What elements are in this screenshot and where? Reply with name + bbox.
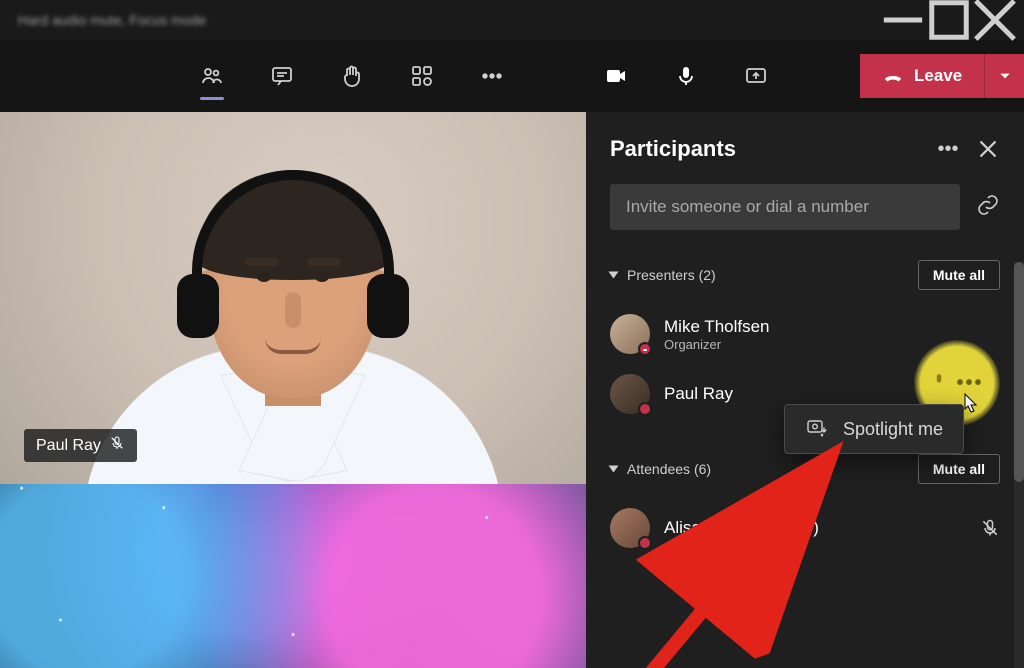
call-toolbar: Leave <box>0 40 1024 112</box>
chevron-down-icon <box>998 69 1012 83</box>
participant-name: Paul Ray <box>664 384 733 404</box>
meeting-content: Paul Ray Participants ••• <box>0 112 1024 668</box>
panel-close-button[interactable] <box>976 137 1000 161</box>
window-maximize-button[interactable] <box>926 0 972 40</box>
invite-input[interactable] <box>610 184 960 230</box>
chevron-down-icon <box>609 466 619 473</box>
leave-options-button[interactable] <box>984 54 1024 98</box>
window-minimize-button[interactable] <box>880 0 926 40</box>
presenters-label: Presenters (2) <box>627 267 716 283</box>
window-titlebar: Hard audio mute, Focus mode <box>0 0 1024 40</box>
breakout-rooms-button[interactable] <box>410 62 434 90</box>
participant-role: Organizer <box>664 337 770 352</box>
microphone-button[interactable] <box>674 62 698 90</box>
more-actions-button[interactable] <box>480 62 504 90</box>
invite-row <box>610 184 1000 230</box>
mic-muted-icon <box>109 435 125 456</box>
video-nameplate: Paul Ray <box>24 429 137 462</box>
panel-title: Participants <box>610 136 920 162</box>
panel-header: Participants ••• <box>610 136 1000 162</box>
chat-button[interactable] <box>270 62 294 90</box>
people-button[interactable] <box>200 62 224 90</box>
hangup-icon <box>882 65 904 87</box>
raise-hand-button[interactable] <box>340 62 364 90</box>
leave-button-group: Leave <box>860 54 1024 98</box>
avatar <box>610 374 650 414</box>
avatar <box>610 314 650 354</box>
window-title: Hard audio mute, Focus mode <box>6 12 880 28</box>
video-tile-secondary[interactable] <box>0 484 586 668</box>
camera-button[interactable] <box>604 62 628 90</box>
leave-call-button[interactable]: Leave <box>860 54 984 98</box>
presenters-header[interactable]: Presenters (2) Mute all <box>610 260 1000 290</box>
presence-busy-icon <box>638 402 652 416</box>
scrollbar-thumb[interactable] <box>1014 262 1024 482</box>
mute-all-presenters-button[interactable]: Mute all <box>918 260 1000 290</box>
leave-label: Leave <box>914 66 962 86</box>
presence-dnd-icon <box>638 342 652 356</box>
share-screen-button[interactable] <box>744 62 768 90</box>
video-tile-paul-ray[interactable]: Paul Ray <box>0 112 586 484</box>
window-close-button[interactable] <box>972 0 1018 40</box>
video-name-label: Paul Ray <box>36 437 101 455</box>
participant-video-feed <box>113 166 473 484</box>
participants-panel: Participants ••• Presenters (2) Mute all <box>586 112 1024 668</box>
video-grid: Paul Ray <box>0 112 586 668</box>
copy-link-button[interactable] <box>976 193 1000 222</box>
participant-name: Mike Tholfsen <box>664 317 770 337</box>
panel-more-button[interactable]: ••• <box>936 137 960 161</box>
chevron-down-icon <box>609 272 619 279</box>
